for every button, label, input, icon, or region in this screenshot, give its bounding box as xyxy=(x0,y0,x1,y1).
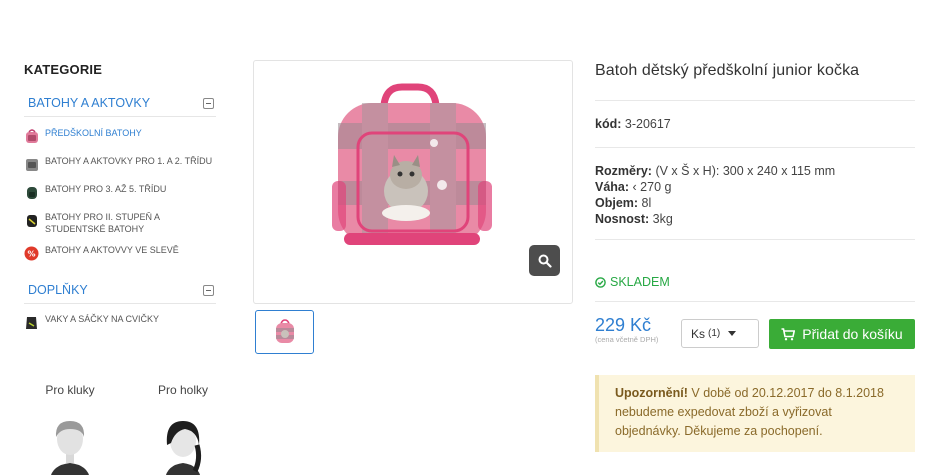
dims-value: (V x Š x H): 300 x 240 x 115 mm xyxy=(655,164,836,178)
sidebar-heading: KATEGORIE xyxy=(24,62,103,77)
code-value: 3-20617 xyxy=(624,117,671,131)
category-item[interactable]: BATOHY A AKTOVKY PRO 1. A 2. TŘÍDU xyxy=(24,156,216,172)
weight-label: Váha: xyxy=(595,180,630,194)
product-specs: Rozměry: (V x Š x H): 300 x 240 x 115 mm… xyxy=(595,163,915,227)
shipping-notice: Upozornění! V době od 20.12.2017 do 8.1.… xyxy=(595,375,915,452)
category-item[interactable]: BATOHY PRO 3. AŽ 5. TŘÍDU xyxy=(24,184,216,200)
girls-link[interactable]: Pro holky xyxy=(143,383,223,475)
category-item-label: PŘEDŠKOLNÍ BATOHY xyxy=(45,128,142,138)
category-sidebar: KATEGORIE BATOHY A AKTOVKY PŘEDŠKOLNÍ BA… xyxy=(24,62,216,330)
collapse-icon[interactable] xyxy=(203,97,214,109)
volume-label: Objem: xyxy=(595,196,639,210)
category-item[interactable]: VAKY A SÁČKY NA CVIČKY xyxy=(24,314,216,330)
girl-avatar-icon xyxy=(165,421,202,475)
boys-label: Pro kluky xyxy=(45,383,95,397)
boy-avatar-icon xyxy=(51,421,89,475)
category-group-label[interactable]: BATOHY A AKTOVKY xyxy=(28,96,150,110)
product-title: Batoh dětský předškolní junior kočka xyxy=(595,62,860,79)
category-group-header[interactable]: DOPLŇKY xyxy=(24,283,216,304)
spec-volume: Objem: 8l xyxy=(595,195,915,211)
spec-load: Nosnost: 3kg xyxy=(595,211,915,227)
volume-value: 8l xyxy=(641,196,652,210)
qty-label: Ks xyxy=(691,326,706,341)
divider xyxy=(595,239,915,240)
category-item-label: BATOHY PRO 3. AŽ 5. TŘÍDU xyxy=(45,184,167,194)
code-label: kód: xyxy=(595,117,622,131)
search-icon xyxy=(538,254,552,268)
backpack-icon xyxy=(24,212,39,228)
quantity-select[interactable]: Ks (1) xyxy=(681,319,759,348)
category-item-label: BATOHY A AKTOVVY VE SLEVĚ xyxy=(45,245,179,255)
zoom-button[interactable] xyxy=(529,245,560,276)
category-item[interactable]: % BATOHY A AKTOVVY VE SLEVĚ xyxy=(24,245,216,261)
boys-link[interactable]: Pro kluky xyxy=(30,383,110,475)
weight-value: ‹ 270 g xyxy=(632,180,672,194)
backpack-thumbnail-icon xyxy=(275,319,294,343)
load-value: 3kg xyxy=(652,212,673,226)
sale-badge-icon: % xyxy=(24,245,39,261)
product-thumbnail[interactable] xyxy=(255,310,314,354)
spec-dimensions: Rozměry: (V x Š x H): 300 x 240 x 115 mm xyxy=(595,163,915,179)
backpack-image xyxy=(332,83,492,245)
divider xyxy=(595,147,915,148)
add-to-cart-button[interactable]: Přidat do košíku xyxy=(769,319,915,349)
caret-down-icon xyxy=(728,331,737,336)
cart-button-label: Přidat do košíku xyxy=(802,326,903,342)
category-item-label: VAKY A SÁČKY NA CVIČKY xyxy=(45,314,160,324)
backpack-icon xyxy=(24,156,39,172)
stock-status: SKLADEM xyxy=(595,275,915,289)
divider xyxy=(595,100,915,101)
dims-label: Rozměry: xyxy=(595,164,652,178)
backpack-icon xyxy=(24,128,39,144)
collapse-icon[interactable] xyxy=(203,284,214,296)
category-item[interactable]: PŘEDŠKOLNÍ BATOHY xyxy=(24,128,216,144)
category-group-header[interactable]: BATOHY A AKTOVKY xyxy=(24,96,216,117)
category-item-label: BATOHY A AKTOVKY PRO 1. A 2. TŘÍDU xyxy=(45,156,213,166)
category-group-label[interactable]: DOPLŇKY xyxy=(28,283,88,297)
product-main-image[interactable] xyxy=(253,60,573,304)
gym-bag-icon xyxy=(24,314,39,330)
spec-weight: Váha: ‹ 270 g xyxy=(595,179,915,195)
divider xyxy=(595,301,915,302)
product-code: kód: 3-20617 xyxy=(595,116,915,132)
category-item[interactable]: BATOHY PRO II. STUPEŇ A STUDENTSKÉ BATOH… xyxy=(24,212,216,235)
load-label: Nosnost: xyxy=(595,212,650,226)
category-item-label: BATOHY PRO II. STUPEŇ A STUDENTSKÉ BATOH… xyxy=(45,212,160,234)
stock-label: SKLADEM xyxy=(610,275,670,289)
qty-value: (1) xyxy=(708,328,721,339)
notice-heading: Upozornění! xyxy=(615,386,688,400)
product-info: Batoh dětský předškolní junior kočka kód… xyxy=(595,62,915,344)
svg-text:%: % xyxy=(27,249,35,258)
backpack-icon xyxy=(24,184,39,200)
girls-label: Pro holky xyxy=(157,383,209,397)
check-circle-icon xyxy=(595,276,606,288)
cart-icon xyxy=(781,327,796,340)
